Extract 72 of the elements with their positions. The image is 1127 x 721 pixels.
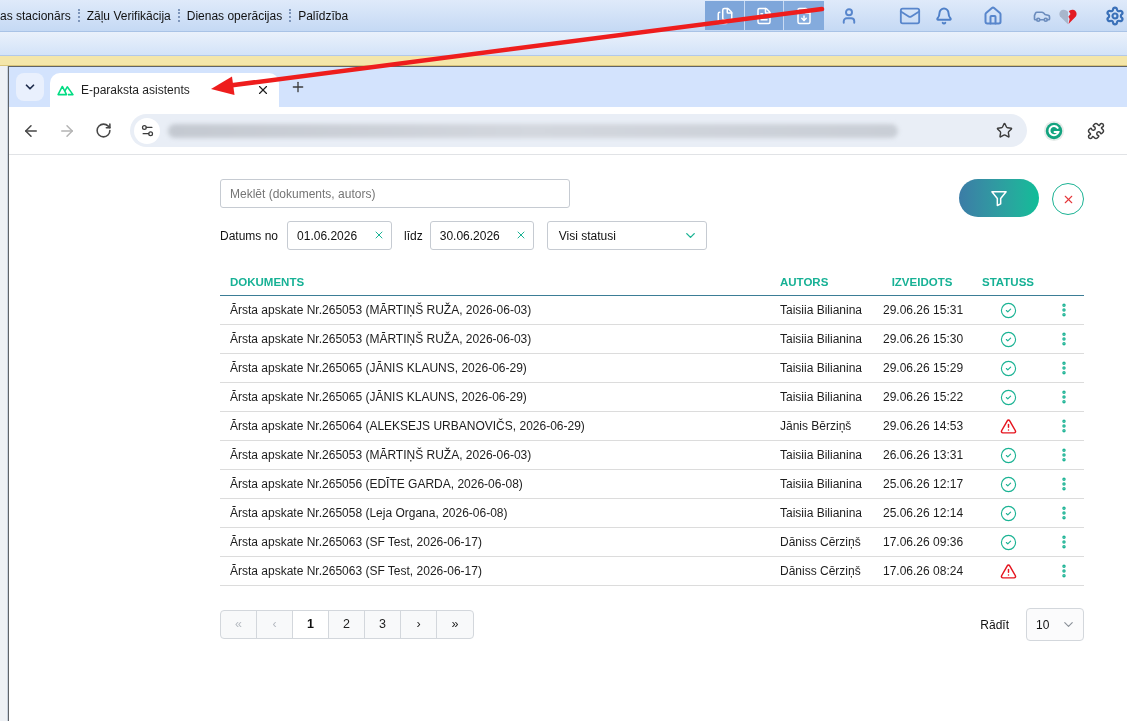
document-cell-text: Ārsta apskate Nr.265063 (SF Test, 2026-06-17)	[230, 534, 482, 551]
author-cell-text: Taisiia Bilianina	[780, 447, 863, 464]
document-cell-text: Ārsta apskate Nr.265058 (Leja Organa, 2026-06-08)	[230, 505, 508, 522]
page-button[interactable]: »	[437, 611, 473, 638]
document-cell: Ārsta apskate Nr.265064 (ALEKSEJS URBANOVIČS, 2026-06-29)	[230, 417, 585, 435]
author-cell-text: Taisiia Bilianina	[780, 505, 863, 522]
date-cell-text: 29.06.26 15:30	[883, 331, 964, 348]
date-cell-text: 29.06.26 15:22	[883, 389, 964, 406]
menu-item[interactable]: as stacionārs	[0, 6, 71, 25]
page-button[interactable]: ›	[401, 611, 437, 638]
bell-icon[interactable]	[935, 6, 953, 25]
date-to-label: līdz	[404, 227, 423, 245]
menu-item[interactable]: Dienas operācijas	[186, 6, 283, 25]
close-icon	[256, 83, 270, 97]
document-cell: Ārsta apskate Nr.265053 (MĀRTIŅŠ RUŽA, 2026-06-03)	[230, 301, 532, 319]
tab-title: E-paraksta asistents	[81, 82, 190, 99]
star-icon[interactable]	[996, 122, 1013, 139]
reload-icon[interactable]	[95, 122, 112, 139]
document-cell-text: Ārsta apskate Nr.265056 (EDĪTE GARDA, 2026-06-08)	[230, 476, 523, 493]
date-cell-text: 29.06.26 15:29	[883, 360, 964, 377]
browser-tab[interactable]: E-paraksta asistents	[50, 73, 279, 107]
date-cell-text: 17.06.26 09:36	[883, 534, 964, 551]
mountain-logo-icon	[57, 84, 74, 96]
author-cell-text: Taisiia Bilianina	[780, 331, 863, 348]
date-from-label: Datums no	[220, 227, 279, 245]
column-header: IZVEIDOTS	[891, 275, 953, 291]
document-icon	[755, 6, 773, 25]
document-cell: Ārsta apskate Nr.265053 (MĀRTIŅŠ RUŽA, 2026-06-03)	[230, 446, 532, 464]
tab-list-button[interactable]	[16, 73, 44, 101]
document-cell-text: Ārsta apskate Nr.265065 (JĀNIS KLAUNS, 2026-06-29)	[230, 389, 527, 406]
page-size-select[interactable]: 10	[1026, 608, 1084, 641]
author-cell-text: Taisiia Bilianina	[780, 389, 863, 406]
house-icon[interactable]	[983, 5, 1003, 26]
document-download-icon	[795, 6, 813, 25]
user-icon[interactable]	[840, 6, 858, 25]
menu-item[interactable]: Zāļu Verifikācija	[86, 6, 171, 25]
date-cell-text: 29.06.26 14:53	[883, 418, 964, 435]
clear-filter-button[interactable]	[1052, 183, 1084, 215]
column-header: STATUSS	[982, 275, 1034, 291]
settings-icon[interactable]	[1105, 5, 1125, 26]
filter-button[interactable]	[959, 179, 1039, 217]
page-size-label: Rādīt	[980, 616, 1009, 634]
search-field[interactable]: Meklēt (dokuments, autors)	[220, 179, 570, 208]
date-cell-text: 29.06.26 15:31	[883, 302, 964, 319]
author-cell-text: Taisiia Bilianina	[780, 302, 863, 319]
column-header: AUTORS	[780, 275, 829, 291]
author-cell-text: Jānis Bērziņš	[780, 418, 852, 435]
author-cell-text: Taisiia Bilianina	[780, 360, 863, 377]
page-button[interactable]: 3	[365, 611, 401, 638]
author-cell-text: Dāniss Cērziņš	[780, 563, 861, 580]
date-cell-text: 25.06.26 12:17	[883, 476, 964, 493]
document-cell-text: Ārsta apskate Nr.265065 (JĀNIS KLAUNS, 2026-06-29)	[230, 360, 527, 377]
plus-icon	[290, 79, 306, 95]
author-cell-text: Dāniss Cērziņš	[780, 534, 861, 551]
site-settings-icon[interactable]	[139, 123, 155, 138]
status-select[interactable]: Visi statusi	[546, 221, 707, 250]
page-button[interactable]: 2	[329, 611, 365, 638]
author-cell-text: Taisiia Bilianina	[780, 476, 863, 493]
date-cell-text: 17.06.26 08:24	[883, 563, 964, 580]
document-cell-text: Ārsta apskate Nr.265063 (SF Test, 2026-06-17)	[230, 563, 482, 580]
column-header: DOKUMENTS	[230, 275, 305, 291]
page-button[interactable]: 1	[293, 611, 329, 638]
date-to-field[interactable]: 30.06.2026	[429, 221, 534, 250]
date-from-field[interactable]: 01.06.2026	[287, 221, 393, 250]
date-cell-text: 25.06.26 12:14	[883, 505, 964, 522]
document-cell: Ārsta apskate Nr.265053 (MĀRTIŅŠ RUŽA, 2026-06-03)	[230, 330, 532, 348]
extensions-icon[interactable]	[1087, 121, 1105, 140]
extension-logo-icon[interactable]	[1043, 119, 1065, 142]
date-cell-text: 26.06.26 13:31	[883, 447, 964, 464]
new-tab-button[interactable]	[290, 79, 306, 95]
menu-item[interactable]: Palīdzība	[298, 6, 349, 25]
filter-icon	[989, 188, 1009, 208]
